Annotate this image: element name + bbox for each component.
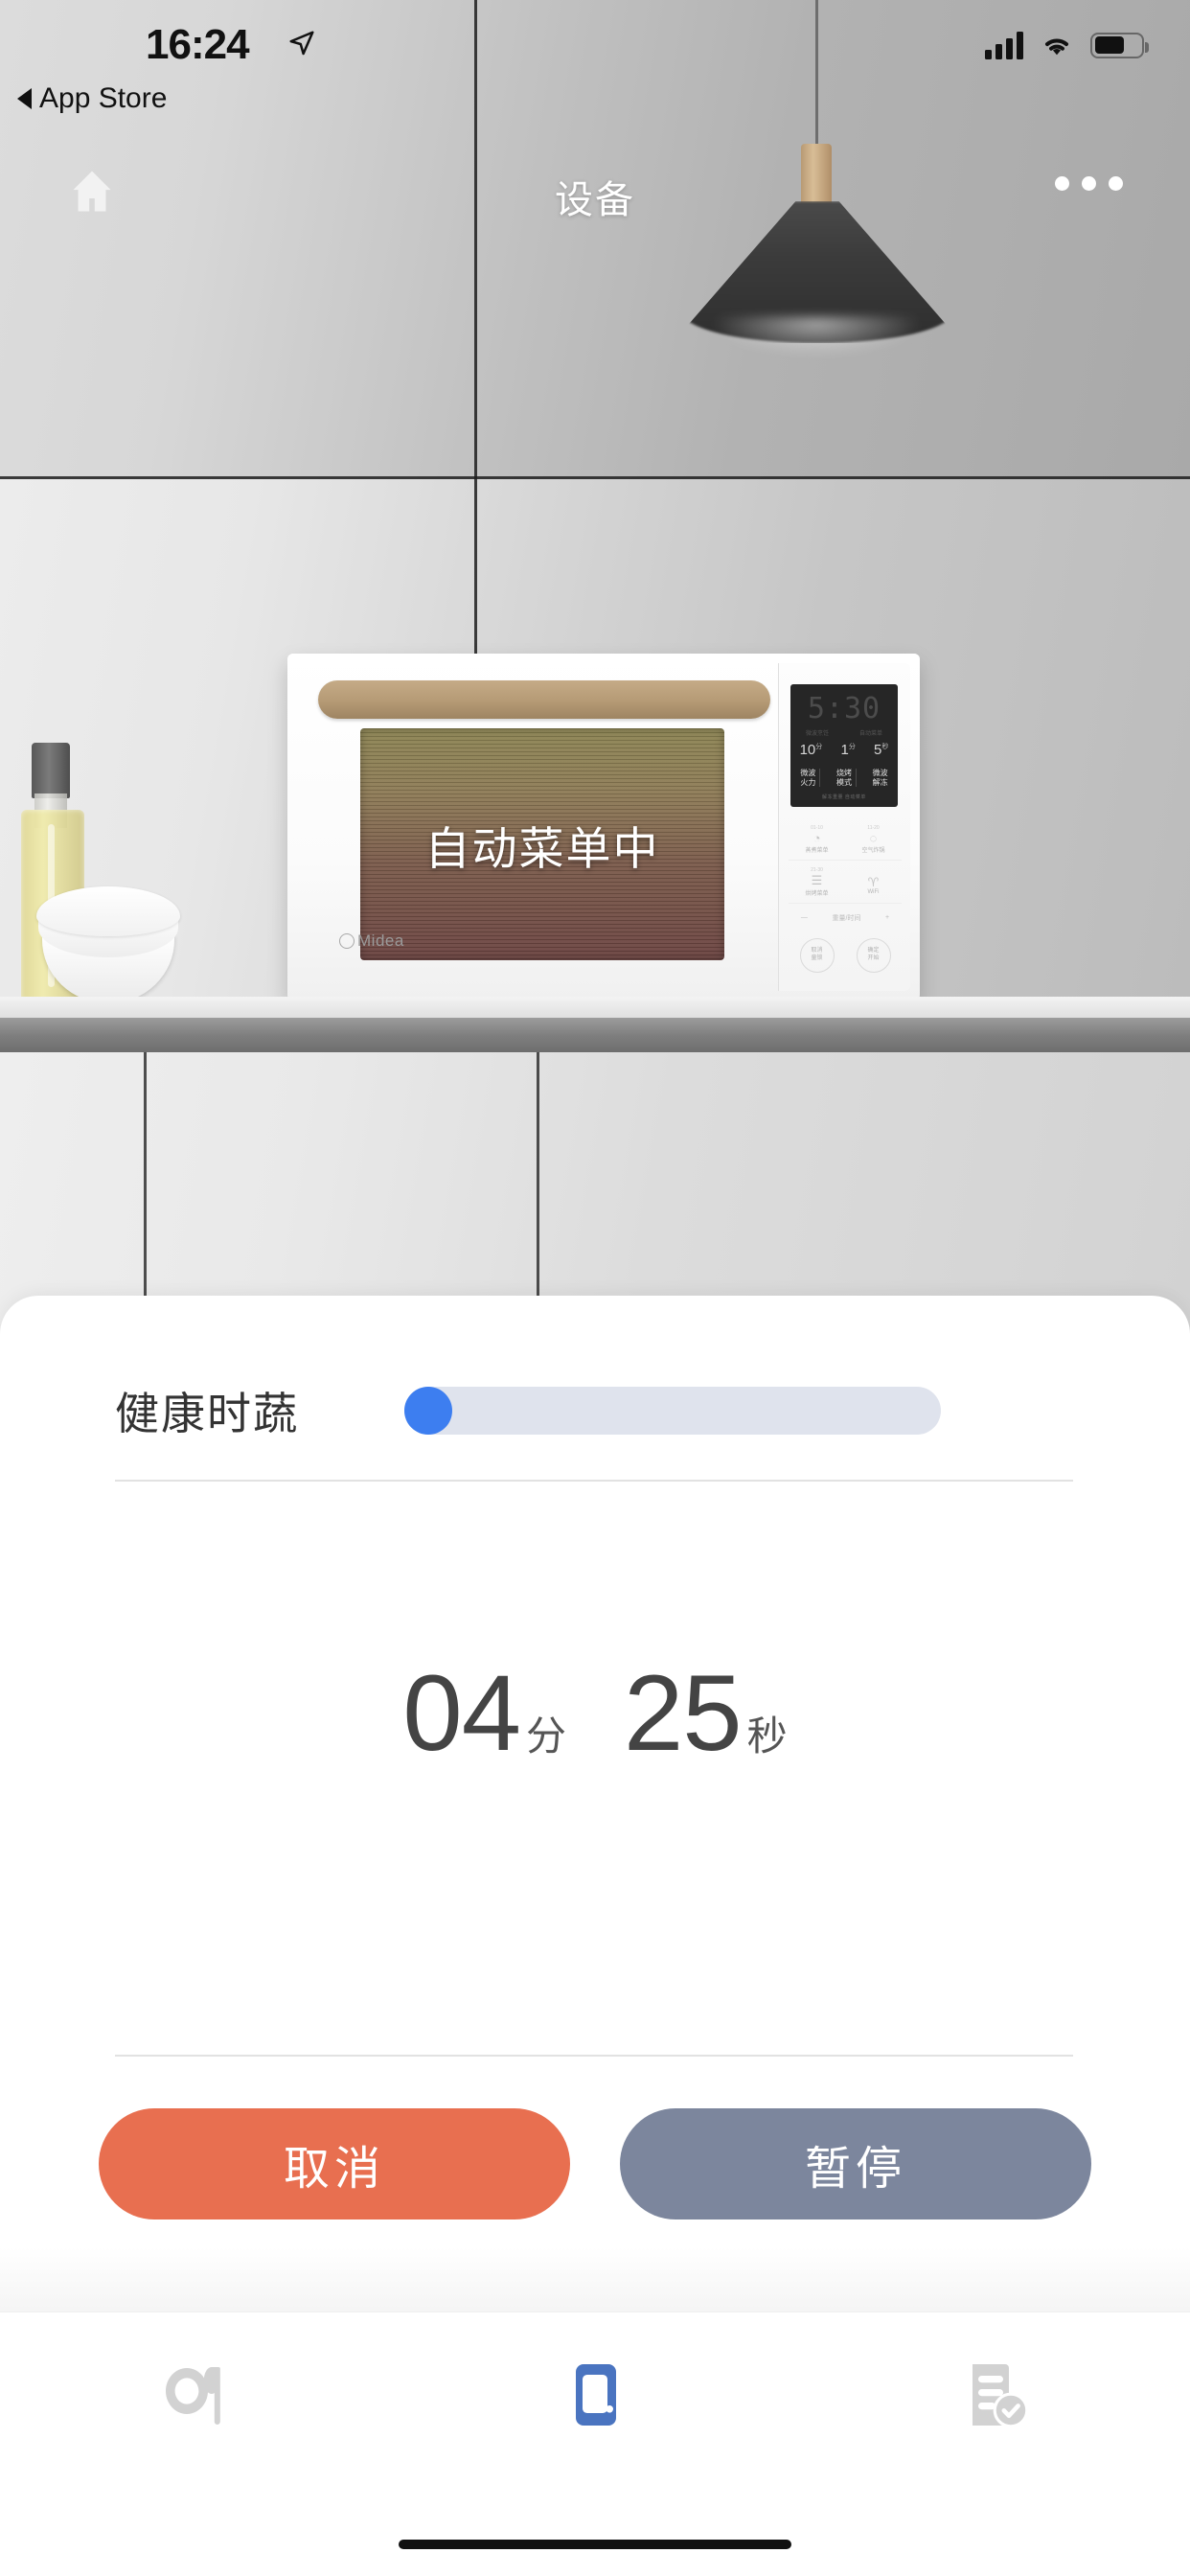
microwave-status-text: 自动菜单中 — [424, 822, 660, 876]
location-arrow-icon — [289, 31, 314, 56]
lcd-sub-labels: 微波烹饪 自动菜单 — [790, 728, 898, 737]
microwave-function-keys[interactable]: 01-10 ◔ 蒸煮菜单 11-20 ◌ 空气炸锅 21-30 ☰ 烘烤菜单 ♈… — [789, 818, 902, 973]
cooking-progress-bar[interactable] — [404, 1387, 941, 1435]
lcd-sub-right: 自动菜单 — [858, 731, 882, 737]
airfryer-icon: ◌ — [869, 831, 878, 845]
countertop-edge — [0, 1018, 1190, 1054]
quick-key-5sec: 5秒 — [874, 742, 889, 758]
program-progress-row: 健康时蔬 — [0, 1353, 1190, 1468]
microwave-control-panel[interactable]: 5:30 微波烹饪 自动菜单 10分 1分 5秒 微波 火力 烧烤 模式 微波 解冻 … — [778, 663, 910, 991]
home-indicator[interactable] — [399, 2540, 791, 2549]
wifi-panel-icon: ♈ — [867, 874, 880, 889]
key-label-wifi: WiFi — [867, 889, 880, 896]
more-dot-1 — [1055, 176, 1069, 191]
bake-icon: ☰ — [811, 873, 823, 888]
minutes-value: 04 — [402, 1653, 521, 1773]
quick-key-1min: 1分 — [840, 742, 856, 758]
minutes-unit: 分 — [525, 1713, 566, 1760]
cooking-status-card: 健康时蔬 04 分 25 秒 取消 暂停 — [0, 1296, 1190, 2312]
microwave-lcd-display: 5:30 微波烹饪 自动菜单 10分 1分 5秒 微波 火力 烧烤 模式 微波 解冻 … — [790, 684, 898, 807]
mode-key-defrost: 微波 解冻 — [872, 769, 888, 787]
oil-bottle-cap — [32, 743, 70, 798]
action-buttons: 取消 暂停 — [0, 2108, 1190, 2220]
lcd-time-value: 5:30 — [807, 692, 881, 725]
quick-key-10min: 10分 — [799, 742, 823, 758]
lcd-sub-left: 微波烹饪 — [805, 731, 829, 737]
tab-device[interactable] — [499, 2349, 691, 2441]
microwave-oven[interactable]: 自动菜单中 Midea 5:30 微波烹饪 自动菜单 10分 1分 5秒 微波火… — [287, 654, 920, 1000]
recipe-plate-spoon-icon — [166, 2367, 220, 2425]
steam-icon: ◔ — [812, 831, 821, 845]
microwave-brand-logo: Midea — [339, 932, 404, 951]
cancel-button[interactable]: 取消 — [99, 2108, 570, 2220]
tab-recipes[interactable] — [103, 2349, 294, 2441]
microwave-door-handle — [318, 680, 770, 719]
lcd-footer-labels: 解冻重量 自动菜单 — [822, 794, 866, 800]
card-bottom-fade — [0, 2247, 1190, 2314]
function-key-wifi[interactable]: ♈ WiFi — [845, 868, 902, 895]
back-to-app-store-button[interactable]: App Store — [17, 82, 167, 115]
function-key-steam[interactable]: 01-10 ◔ 蒸煮菜单 — [789, 824, 845, 854]
seconds-unit: 秒 — [746, 1713, 788, 1760]
weight-time-adjust[interactable]: — 重量/时间 + — [789, 904, 902, 932]
panel-round-buttons[interactable]: 取消 童锁 确定 开始 — [789, 932, 902, 973]
seconds-group: 25 秒 — [624, 1660, 788, 1767]
brand-circle-icon — [339, 933, 355, 949]
cooking-progress-fill — [404, 1387, 453, 1435]
more-options-button[interactable] — [1055, 176, 1123, 191]
program-name: 健康时蔬 — [115, 1388, 299, 1439]
divider-bottom — [115, 2055, 1073, 2057]
panel-cancel-lock-button[interactable]: 取消 童锁 — [799, 937, 835, 973]
mode-key-power: 微波 火力 — [796, 769, 821, 788]
panel-confirm-start-button[interactable]: 确定 开始 — [856, 937, 891, 973]
remaining-time-display: 04 分 25 秒 — [0, 1660, 1190, 1767]
bottom-tab-bar — [0, 2312, 1190, 2576]
key-label-bake: 烘烤菜单 — [805, 890, 829, 897]
more-dot-2 — [1082, 176, 1096, 191]
pendant-lamp-glow — [711, 316, 922, 356]
key-label-airfry: 空气炸锅 — [861, 848, 885, 855]
status-bar-indicators — [985, 31, 1149, 59]
cellular-signal-icon — [985, 31, 1023, 59]
microwave-device-icon — [576, 2364, 616, 2426]
adjust-label: 重量/时间 — [832, 914, 861, 922]
microwave-door-window: 自动菜单中 — [360, 728, 724, 960]
function-key-row-1[interactable]: 01-10 ◔ 蒸煮菜单 11-20 ◌ 空气炸锅 — [789, 818, 902, 862]
cabinet-seam-horizontal — [0, 476, 1190, 479]
wifi-icon — [1045, 38, 1068, 56]
mode-key-grill: 烧烤 模式 — [833, 769, 857, 788]
brand-name: Midea — [357, 932, 404, 950]
minutes-group: 04 分 — [402, 1660, 566, 1767]
adjust-plus-button[interactable]: + — [885, 914, 889, 921]
status-bar-clock: 16:24 — [146, 21, 250, 68]
records-checklist-icon — [973, 2364, 1029, 2428]
lcd-quick-keys[interactable]: 10分 1分 5秒 — [790, 742, 898, 758]
more-dot-3 — [1109, 176, 1123, 191]
function-key-bake[interactable]: 21-30 ☰ 烘烤菜单 — [789, 866, 845, 896]
function-key-row-2[interactable]: 21-30 ☰ 烘烤菜单 ♈ WiFi — [789, 861, 902, 904]
divider-top — [115, 1480, 1073, 1482]
page-title: 设备 — [555, 178, 635, 222]
navigation-bar: 设备 — [0, 144, 1190, 249]
function-key-airfry[interactable]: 11-20 ◌ 空气炸锅 — [845, 824, 902, 854]
tab-records[interactable] — [896, 2349, 1087, 2441]
lcd-mode-keys[interactable]: 微波 火力 烧烤 模式 微波 解冻 — [790, 769, 898, 788]
key-label-steam: 蒸煮菜单 — [805, 848, 829, 855]
seconds-value: 25 — [624, 1653, 743, 1773]
back-label: App Store — [39, 82, 168, 114]
battery-icon — [1090, 32, 1149, 58]
status-bar: 16:24 App Store — [0, 0, 1190, 134]
adjust-minus-button[interactable]: — — [801, 914, 808, 921]
pause-button[interactable]: 暂停 — [620, 2108, 1091, 2220]
back-triangle-icon — [17, 88, 32, 109]
